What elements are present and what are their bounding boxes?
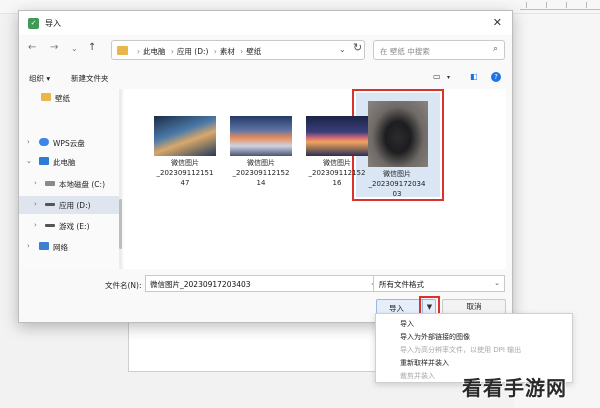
chevron-down-icon[interactable]: ⌄: [26, 157, 32, 165]
chevron-down-icon[interactable]: ⌄: [494, 279, 500, 287]
file-name: 微信图片 _202309112151 47: [150, 158, 220, 188]
sidebar-item-wallpaper[interactable]: 壁纸: [19, 89, 119, 107]
sidebar-item-drive-e[interactable]: › 游戏 (E:): [19, 217, 119, 235]
filetype-select[interactable]: 所有文件格式 ⌄: [373, 275, 505, 292]
up-arrow-icon[interactable]: ↑: [88, 42, 96, 53]
breadcrumb-item[interactable]: 壁纸: [246, 47, 261, 56]
breadcrumb-item[interactable]: 此电脑: [143, 47, 166, 56]
breadcrumb-separator: ›: [137, 47, 140, 56]
sidebar-item-network[interactable]: › 网络: [19, 238, 119, 256]
organize-button[interactable]: 组织 ▾: [29, 73, 50, 84]
drive-icon: [45, 181, 55, 186]
chevron-right-icon[interactable]: ›: [34, 221, 37, 229]
forward-arrow-icon[interactable]: →: [50, 42, 58, 53]
image-thumbnail: [154, 116, 216, 156]
chevron-right-icon[interactable]: ›: [34, 200, 37, 208]
filename-value: 微信图片_20230917203403: [150, 280, 251, 289]
organize-label: 组织: [29, 74, 44, 83]
close-icon[interactable]: ✕: [493, 16, 502, 29]
breadcrumb-item[interactable]: 素材: [220, 47, 235, 56]
address-dropdown-icon[interactable]: ⌄: [339, 45, 346, 54]
menu-item-import-linked[interactable]: 导入为外部链接的图像: [400, 332, 470, 342]
sidebar-item-label: 此电脑: [53, 158, 76, 167]
breadcrumb-separator: ›: [213, 47, 217, 56]
preview-pane-icon[interactable]: ◧: [470, 72, 478, 81]
search-placeholder: 在 壁纸 中搜索: [380, 47, 430, 56]
sidebar-item-this-pc[interactable]: ⌄ 此电脑: [19, 153, 119, 171]
view-icon[interactable]: ▭: [433, 72, 441, 81]
sidebar-item-drive-c[interactable]: › 本地磁盘 (C:): [19, 175, 119, 193]
chevron-right-icon[interactable]: ›: [27, 242, 30, 250]
background-ruler: [520, 2, 600, 10]
chevron-right-icon[interactable]: ›: [34, 179, 37, 187]
breadcrumb: › 此电脑 › 应用 (D:) › 素材 › 壁纸: [134, 46, 261, 57]
sidebar-item-wps-cloud[interactable]: › WPS云盘: [19, 134, 119, 152]
network-icon: [39, 242, 49, 250]
sidebar-item-drive-d[interactable]: › 应用 (D:): [19, 196, 119, 214]
sidebar-scrollbar[interactable]: [119, 89, 122, 269]
watermark-text: 看看手游网: [462, 376, 567, 400]
sidebar-item-label: 本地磁盘 (C:): [59, 180, 105, 189]
folder-icon: [117, 46, 128, 55]
breadcrumb-separator: ›: [170, 47, 174, 56]
file-name-line: 微信图片: [383, 170, 411, 178]
file-name-line: _202309112152: [232, 169, 290, 177]
file-name-line: 微信图片: [323, 159, 351, 167]
back-arrow-icon[interactable]: ←: [28, 42, 36, 53]
view-dropdown-icon[interactable]: ▾: [447, 74, 450, 81]
file-name-line: 微信图片: [247, 159, 275, 167]
address-bar[interactable]: › 此电脑 › 应用 (D:) › 素材 › 壁纸: [111, 40, 365, 60]
filename-row: 文件名(N): 微信图片_20230917203403 ⌄ 所有文件格式 ⌄: [19, 273, 512, 295]
app-icon: ✓: [28, 18, 39, 29]
navigation-bar: ← → ⌄ ↑ › 此电脑 › 应用 (D:) › 素材 › 壁纸 ⌄ ↻ 在 壁纸 中…: [19, 37, 512, 61]
menu-item-crop: 裁剪并装入: [400, 372, 435, 380]
folder-icon: [41, 93, 51, 101]
sidebar-item-label: 应用 (D:): [59, 201, 91, 210]
computer-icon: [39, 157, 49, 165]
file-name-line: 16: [332, 179, 342, 187]
sidebar-item-label: 网络: [53, 243, 68, 252]
image-thumbnail: [230, 116, 292, 156]
refresh-icon[interactable]: ↻: [353, 41, 362, 54]
file-name-line: _202309112151: [156, 169, 214, 177]
file-name-line: 微信图片: [171, 159, 199, 167]
menu-item-resample[interactable]: 重新取样并装入: [400, 358, 449, 368]
new-folder-button[interactable]: 新建文件夹: [71, 73, 109, 84]
file-list: 微信图片 _202309112151 47 微信图片 _202309112152 14 …: [124, 89, 506, 269]
background-page: [128, 316, 378, 372]
drive-icon: [45, 224, 55, 227]
dialog-title: 导入: [45, 19, 61, 28]
search-input[interactable]: 在 壁纸 中搜索 ⌕: [373, 40, 505, 60]
breadcrumb-item[interactable]: 应用 (D:): [177, 47, 209, 56]
menu-item-import-high-res: 导入为高分辨率文件，以使用 DPI 输出: [400, 346, 522, 354]
command-bar: 组织 ▾ 新建文件夹 ▭ ▾ ◧ ?: [19, 69, 512, 87]
navigation-pane: 壁纸 › WPS云盘 ⌄ 此电脑 › 本地磁盘 (C:) › 应用 (D:) ›…: [19, 89, 119, 269]
file-name-line: 47: [180, 179, 190, 187]
file-name-line: _202309112152: [308, 169, 366, 177]
recent-chevron-icon[interactable]: ⌄: [71, 44, 78, 53]
sidebar-item-label: 壁纸: [55, 94, 70, 103]
help-icon[interactable]: ?: [491, 72, 501, 82]
file-name: 微信图片 _202309172034 03: [362, 169, 432, 199]
sidebar-item-label: WPS云盘: [53, 139, 85, 148]
image-thumbnail: [306, 116, 368, 156]
sidebar-item-label: 游戏 (E:): [59, 222, 90, 231]
cloud-icon: [39, 138, 49, 146]
filename-label: 文件名(N):: [105, 281, 142, 290]
chevron-right-icon[interactable]: ›: [27, 138, 30, 146]
file-name-line: _202309172034: [368, 180, 426, 188]
title-bar: ✓ 导入 ✕: [19, 11, 512, 35]
file-name: 微信图片 _202309112152 14: [226, 158, 296, 188]
image-thumbnail: [368, 101, 428, 167]
file-name-line: 03: [392, 190, 402, 198]
filename-input[interactable]: 微信图片_20230917203403 ⌄: [145, 275, 381, 292]
filetype-value: 所有文件格式: [379, 280, 424, 289]
search-icon[interactable]: ⌕: [493, 44, 498, 54]
drive-icon: [45, 203, 55, 206]
menu-item-import[interactable]: 导入: [400, 319, 414, 329]
file-name-line: 14: [256, 179, 266, 187]
scrollbar-thumb[interactable]: [119, 199, 122, 249]
import-dialog: ✓ 导入 ✕ ← → ⌄ ↑ › 此电脑 › 应用 (D:) › 素材 › 壁纸 ⌄ ↻…: [18, 10, 513, 323]
breadcrumb-separator: ›: [240, 47, 244, 56]
